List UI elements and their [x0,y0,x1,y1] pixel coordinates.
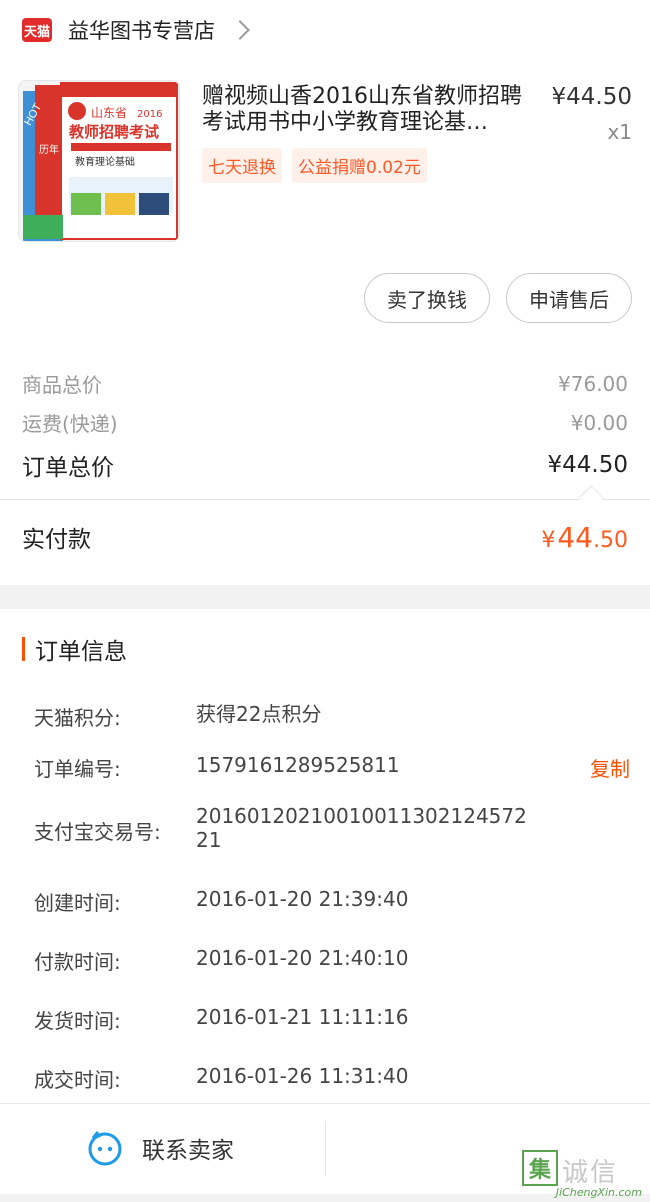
book-cover-art: HOT 山东省 2016 教师招聘考试 教育理论基础 历年 [19,81,179,241]
product-card[interactable]: HOT 山东省 2016 教师招聘考试 教育理论基础 历年 赠视频山香2016山… [18,80,632,242]
order-actions: 卖了换钱 申请售后 [364,273,632,323]
cover-line1: 山东省 [91,106,127,120]
contact-seller-label: 联系卖家 [142,1138,234,1164]
caret-up-icon [578,485,604,511]
shop-header[interactable]: 天猫 益华图书专营店 [0,0,650,60]
watermark-chinese: 诚信 [562,1158,619,1188]
shop-name[interactable]: 益华图书专营店 [68,15,215,45]
shipping-value: ¥0.00 [570,410,628,435]
currency-symbol: ¥ [541,528,556,553]
info-key: 天猫积分: [34,706,121,730]
cover-side-text: 历年 [39,143,59,156]
product-cover-image[interactable]: HOT 山东省 2016 教师招聘考试 教育理论基础 历年 [18,80,180,242]
sell-resale-button[interactable]: 卖了换钱 [364,273,490,323]
contact-seller-button[interactable]: 联系卖家 [86,1129,234,1167]
order-total-label: 订单总价 [22,455,114,481]
tag-seven-day-return: 七天退换 [202,148,282,183]
info-value[interactable]: 1579161289525811 [196,753,536,777]
copy-button[interactable]: 复制 [590,753,630,782]
paid-amount-value: ¥ 44 .50 [541,521,628,554]
chevron-right-icon [230,20,250,40]
section-gap [0,585,650,609]
cover-year: 2016 [137,109,162,120]
totals-divider [0,499,650,500]
shipping-row: 运费(快递) ¥0.00 [22,408,628,437]
order-total-value: ¥44.50 [547,452,628,478]
goods-total-label: 商品总价 [22,373,102,397]
after-sale-button[interactable]: 申请售后 [506,273,632,323]
info-key: 支付宝交易号: [34,820,161,844]
cover-line2: 教师招聘考试 [68,123,159,141]
goods-total-row: 商品总价 ¥76.00 [22,369,628,398]
info-key: 发货时间: [34,1009,121,1033]
info-value: 2016-01-20 21:39:40 [196,887,409,911]
info-value: 2016-01-21 11:11:16 [196,1005,409,1029]
bottom-separator [325,1122,326,1176]
shipping-label: 运费(快递) [22,412,118,436]
service-tags: 七天退换 公益捐赠0.02元 [202,148,427,183]
info-value: 20160120210010011302124572 21 [196,804,527,852]
product-price: ¥44.50 [551,84,632,110]
tag-charity-donation: 公益捐赠0.02元 [292,148,427,183]
watermark-tile: 集 [522,1150,558,1186]
chat-bubble-icon [88,1131,122,1166]
info-value: 2016-01-20 21:40:10 [196,946,409,970]
paid-amount-row: 实付款 ¥ 44 .50 [22,520,628,554]
watermark-logo: 集 诚信 JiChengXin.com [522,1150,642,1200]
info-key: 订单编号: [34,757,121,781]
product-quantity: x1 [607,120,632,144]
section-accent-bar [22,637,25,661]
goods-total-value: ¥76.00 [558,371,628,396]
info-value: 获得22点积分 [196,702,322,726]
product-title[interactable]: 赠视频山香2016山东省教师招聘考试用书中小学教育理论基… [202,84,532,136]
watermark-url: JiChengXin.com [555,1186,642,1199]
info-key: 成交时间: [34,1068,121,1092]
info-key: 创建时间: [34,891,121,915]
info-key: 付款时间: [34,950,121,974]
order-info-heading: 订单信息 [22,632,127,666]
paid-amount-integer: 44 [557,521,593,554]
paid-amount-decimal: .50 [593,528,628,553]
tmall-logo: 天猫 [22,18,52,42]
order-total-row: 订单总价 ¥44.50 [22,448,628,482]
paid-amount-label: 实付款 [22,527,91,553]
info-value: 2016-01-26 11:31:40 [196,1064,409,1088]
cover-line3: 教育理论基础 [75,155,135,168]
order-info-title: 订单信息 [35,639,127,665]
